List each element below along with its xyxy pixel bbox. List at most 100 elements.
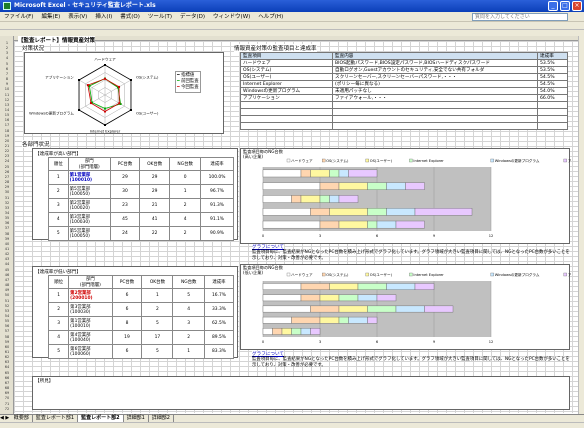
- row-number[interactable]: 43: [0, 257, 14, 261]
- row-number[interactable]: 37: [0, 226, 14, 230]
- row-number[interactable]: 64: [0, 365, 14, 369]
- row-number[interactable]: 8: [0, 77, 14, 81]
- close-button[interactable]: ×: [572, 1, 582, 11]
- row-number[interactable]: 72: [0, 407, 14, 411]
- row-number[interactable]: 62: [0, 355, 14, 359]
- remarks-box[interactable]: 【所見】: [32, 376, 570, 410]
- row-number[interactable]: 6: [0, 67, 14, 71]
- row-number[interactable]: 19: [0, 134, 14, 138]
- row-number[interactable]: 50: [0, 293, 14, 297]
- row-number[interactable]: 27: [0, 175, 14, 179]
- row-number[interactable]: 69: [0, 391, 14, 395]
- row-number[interactable]: 40: [0, 242, 14, 246]
- row-number[interactable]: 15: [0, 113, 14, 117]
- row-number[interactable]: 56: [0, 324, 14, 328]
- row-number[interactable]: 18: [0, 129, 14, 133]
- row-number[interactable]: 3: [0, 51, 14, 55]
- row-number[interactable]: 21: [0, 144, 14, 148]
- menu-item-8[interactable]: ヘルプ(H): [254, 12, 287, 22]
- row-number[interactable]: 7: [0, 72, 14, 76]
- row-number[interactable]: 59: [0, 340, 14, 344]
- row-number[interactable]: 13: [0, 103, 14, 107]
- item-content: スクリーンセーバー,スクリーンセーバーパスワード,・・・: [332, 73, 538, 81]
- sheet-tab[interactable]: 監査レポート部2: [78, 415, 124, 422]
- help-search-input[interactable]: 質問を入力してください: [472, 13, 568, 21]
- dept-ng-count: 1: [172, 344, 205, 359]
- row-number[interactable]: 10: [0, 87, 14, 91]
- row-number[interactable]: 17: [0, 123, 14, 127]
- row-number[interactable]: 32: [0, 201, 14, 205]
- menu-item-1[interactable]: 編集(E): [37, 12, 64, 22]
- row-number[interactable]: 36: [0, 221, 14, 225]
- row-number[interactable]: 58: [0, 335, 14, 339]
- section-target-label: 対策状況: [22, 44, 45, 52]
- row-number[interactable]: 46: [0, 273, 14, 277]
- menu-item-7[interactable]: ウィンドウ(W): [209, 12, 254, 22]
- row-number[interactable]: 22: [0, 149, 14, 153]
- menu-item-3[interactable]: 挿入(I): [91, 12, 116, 22]
- row-number[interactable]: 23: [0, 154, 14, 158]
- row-number[interactable]: 29: [0, 185, 14, 189]
- row-number[interactable]: 26: [0, 170, 14, 174]
- ng-chart-high[interactable]: ハードウェア OS(システム) OS(ユーザー) Internet Explorer W…: [240, 148, 584, 244]
- row-number[interactable]: 44: [0, 262, 14, 266]
- menu-item-0[interactable]: ファイル(F): [0, 12, 37, 22]
- minimize-button[interactable]: _: [548, 1, 558, 11]
- row-number[interactable]: 20: [0, 139, 14, 143]
- row-number[interactable]: 42: [0, 252, 14, 256]
- sheet-tab[interactable]: 詳細部2: [149, 415, 174, 422]
- sheet-tab[interactable]: 詳細部1: [124, 415, 149, 422]
- sheet-tab[interactable]: 概要部: [11, 415, 33, 422]
- row-number[interactable]: 65: [0, 371, 14, 375]
- row-number[interactable]: 5: [0, 62, 14, 66]
- menu-item-6[interactable]: データ(D): [176, 12, 209, 22]
- row-number[interactable]: 54: [0, 314, 14, 318]
- tab-scroll-arrows[interactable]: ◀ ▶: [0, 415, 11, 421]
- row-number[interactable]: 16: [0, 118, 14, 122]
- menu-item-2[interactable]: 表示(V): [64, 12, 91, 22]
- maximize-button[interactable]: □: [560, 1, 570, 11]
- row-number[interactable]: 61: [0, 350, 14, 354]
- row-number[interactable]: 30: [0, 190, 14, 194]
- row-number[interactable]: 41: [0, 247, 14, 251]
- row-number[interactable]: 33: [0, 206, 14, 210]
- row-number[interactable]: 34: [0, 211, 14, 215]
- row-number[interactable]: 63: [0, 360, 14, 364]
- bar-segment: [262, 328, 273, 335]
- row-number[interactable]: 9: [0, 82, 14, 86]
- row-number[interactable]: 25: [0, 165, 14, 169]
- menu-item-5[interactable]: ツール(T): [144, 12, 176, 22]
- row-number[interactable]: 47: [0, 278, 14, 282]
- row-number[interactable]: 2: [0, 46, 14, 50]
- row-number[interactable]: 57: [0, 329, 14, 333]
- row-number[interactable]: 11: [0, 93, 14, 97]
- row-number[interactable]: 53: [0, 309, 14, 313]
- ng-chart-low[interactable]: ハードウェア OS(システム) OS(ユーザー) Internet Explorer W…: [240, 264, 584, 350]
- row-number[interactable]: 31: [0, 196, 14, 200]
- sheet-tab[interactable]: 監査レポート部1: [33, 415, 79, 422]
- row-number[interactable]: 24: [0, 159, 14, 163]
- row-number[interactable]: 48: [0, 283, 14, 287]
- row-number[interactable]: 71: [0, 402, 14, 406]
- row-number[interactable]: 38: [0, 232, 14, 236]
- row-number[interactable]: 60: [0, 345, 14, 349]
- row-number[interactable]: 45: [0, 268, 14, 272]
- row-number[interactable]: 28: [0, 180, 14, 184]
- row-number[interactable]: 1: [0, 41, 14, 45]
- row-number[interactable]: 12: [0, 98, 14, 102]
- vertical-scrollbar[interactable]: [578, 36, 584, 414]
- row-number[interactable]: 49: [0, 288, 14, 292]
- row-number[interactable]: 70: [0, 396, 14, 400]
- row-number[interactable]: 39: [0, 237, 14, 241]
- row-number[interactable]: 55: [0, 319, 14, 323]
- radar-chart[interactable]: ハードウェア OS(システム) OS(ユーザー) Internet Explorer W…: [24, 52, 224, 134]
- row-number[interactable]: 67: [0, 381, 14, 385]
- row-number[interactable]: 66: [0, 376, 14, 380]
- row-number[interactable]: 14: [0, 108, 14, 112]
- row-number[interactable]: 52: [0, 304, 14, 308]
- row-number[interactable]: 4: [0, 56, 14, 60]
- row-number[interactable]: 51: [0, 299, 14, 303]
- row-number[interactable]: 68: [0, 386, 14, 390]
- row-number[interactable]: 35: [0, 216, 14, 220]
- menu-item-4[interactable]: 書式(O): [116, 12, 144, 22]
